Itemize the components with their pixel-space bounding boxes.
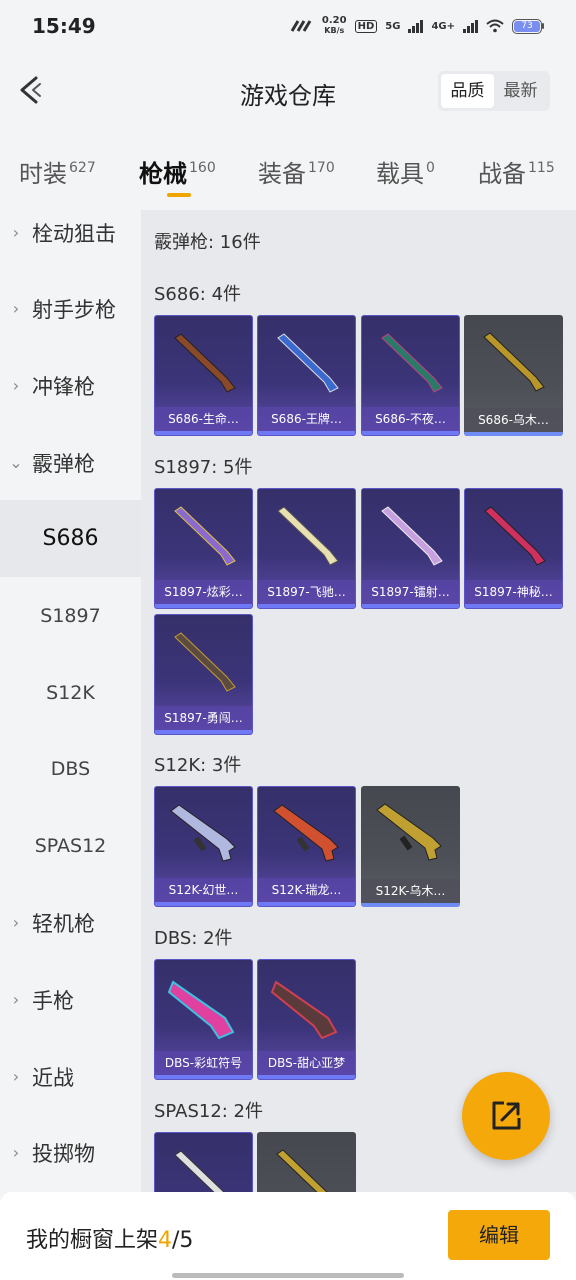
shotgun-icon	[270, 980, 338, 1040]
rifle-icon	[376, 803, 442, 861]
clock: 15:49	[32, 14, 96, 38]
shotgun-icon	[174, 506, 236, 566]
battery-icon: 73	[512, 18, 544, 34]
section-title: SPAS12: 2件	[154, 1101, 264, 1122]
sidebar-item-pistol[interactable]: › 手枪	[0, 961, 141, 1038]
item-card[interactable]: S686-生命…	[154, 315, 253, 436]
sidebar-item-lmg[interactable]: › 轻机枪	[0, 884, 141, 961]
item-card[interactable]: S686-不夜…	[361, 315, 460, 436]
item-card[interactable]: S686-王牌…	[257, 315, 356, 436]
sidebar-item-dmr[interactable]: › 射手步枪	[0, 270, 141, 347]
status-icons: 0.20 KB/s HD 5G 4G+ 73	[290, 16, 544, 36]
bottom-bar: 我的橱窗上架4/5 编辑	[0, 1192, 576, 1280]
sidebar-item-shotgun[interactable]: ⌄ 霰弹枪	[0, 424, 141, 501]
share-fab-button[interactable]	[462, 1072, 550, 1160]
item-card[interactable]: S1897-勇闯…	[154, 614, 253, 735]
rifle-icon	[273, 804, 339, 862]
sidebar-sub-s1897[interactable]: S1897	[0, 577, 141, 654]
category-summary: 霰弹枪: 16件	[154, 232, 261, 253]
section-title: S1897: 5件	[154, 457, 253, 478]
item-card[interactable]: S1897-镭射…	[361, 488, 460, 609]
signal-bars-icon	[408, 19, 424, 33]
signal-brand-icon	[290, 20, 312, 32]
sidebar-item-bolt-action[interactable]: › 栓动狙击	[0, 194, 141, 271]
chevron-right-icon: ›	[12, 990, 20, 1009]
shotgun-icon	[174, 1150, 225, 1192]
sidebar-sub-spas12[interactable]: SPAS12	[0, 807, 141, 884]
tab-fashion[interactable]: 时装 627	[19, 154, 96, 189]
tab-equipment[interactable]: 装备 170	[258, 154, 335, 189]
chevron-right-icon: ›	[12, 913, 20, 932]
sidebar-item-throwable[interactable]: › 投掷物	[0, 1114, 141, 1191]
header: 游戏仓库 品质 最新	[0, 52, 576, 130]
item-grid: 霰弹枪: 16件 S686: 4件 S686-生命… S686-王牌… S686…	[141, 210, 576, 1192]
item-card[interactable]: S1897-炫彩…	[154, 488, 253, 609]
sidebar-sub-s12k[interactable]: S12K	[0, 654, 141, 731]
item-card[interactable]	[257, 1132, 356, 1192]
home-indicator[interactable]	[172, 1273, 404, 1278]
shotgun-icon	[483, 332, 545, 392]
shotgun-icon	[276, 1149, 328, 1192]
sort-quality-button[interactable]: 品质	[441, 74, 494, 108]
showcase-status: 我的橱窗上架4/5	[26, 1228, 194, 1253]
wifi-icon	[486, 19, 504, 33]
signal-bars-icon-2	[463, 19, 478, 33]
sidebar-item-smg[interactable]: › 冲锋枪	[0, 347, 141, 424]
rifle-icon	[170, 804, 236, 862]
shotgun-icon	[381, 333, 443, 393]
tab-vehicles[interactable]: 载具 0	[376, 154, 435, 189]
edit-button[interactable]: 编辑	[448, 1210, 550, 1260]
hd-badge: HD	[354, 19, 378, 33]
item-card[interactable]: S1897-神秘…	[464, 488, 563, 609]
chevron-down-icon: ⌄	[9, 453, 23, 472]
network-5g: 5G	[385, 20, 401, 32]
sidebar: › 栓动狙击 › 射手步枪 › 冲锋枪 ⌄ 霰弹枪 S686 S1897 S12K DB…	[0, 210, 141, 1192]
active-tab-indicator	[167, 193, 191, 197]
item-card[interactable]: S12K-瑞龙…	[257, 786, 356, 907]
section-title: S12K: 3件	[154, 755, 242, 776]
chevron-right-icon: ›	[12, 223, 20, 242]
shotgun-icon	[167, 980, 235, 1040]
network-4g: 4G+	[431, 20, 455, 32]
item-card[interactable]: DBS-甜心亚梦	[257, 959, 356, 1080]
sidebar-sub-s686[interactable]: S686	[0, 500, 141, 577]
section-title: DBS: 2件	[154, 928, 233, 949]
item-card[interactable]: DBS-彩虹符号	[154, 959, 253, 1080]
shotgun-icon	[174, 333, 236, 393]
shotgun-icon	[277, 506, 339, 566]
item-card[interactable]: S12K-乌木…	[361, 786, 460, 907]
sidebar-item-melee[interactable]: › 近战	[0, 1038, 141, 1115]
item-card[interactable]: S1897-飞驰…	[257, 488, 356, 609]
chevron-right-icon: ›	[12, 1143, 20, 1162]
shotgun-icon	[484, 506, 546, 566]
status-bar: 15:49 0.20 KB/s HD 5G 4G+ 73	[0, 0, 576, 52]
section-title: S686: 4件	[154, 284, 242, 305]
item-card[interactable]: S686-乌木…	[464, 315, 563, 436]
shotgun-icon	[174, 632, 236, 692]
chevron-right-icon: ›	[12, 299, 20, 318]
item-card[interactable]	[154, 1132, 253, 1192]
shotgun-icon	[277, 333, 339, 393]
sort-newest-button[interactable]: 最新	[494, 74, 547, 108]
tab-supplies[interactable]: 战备 115	[478, 154, 555, 189]
chevron-right-icon: ›	[12, 1067, 20, 1086]
sidebar-sub-dbs[interactable]: DBS	[0, 730, 141, 807]
network-speed: 0.20 KB/s	[321, 15, 347, 36]
share-external-icon	[492, 1101, 521, 1130]
shotgun-icon	[381, 506, 443, 566]
tab-firearms[interactable]: 枪械 160	[139, 154, 216, 189]
sort-toggle: 品质 最新	[438, 71, 550, 111]
item-card[interactable]: S12K-幻世…	[154, 786, 253, 907]
chevron-right-icon: ›	[12, 376, 20, 395]
